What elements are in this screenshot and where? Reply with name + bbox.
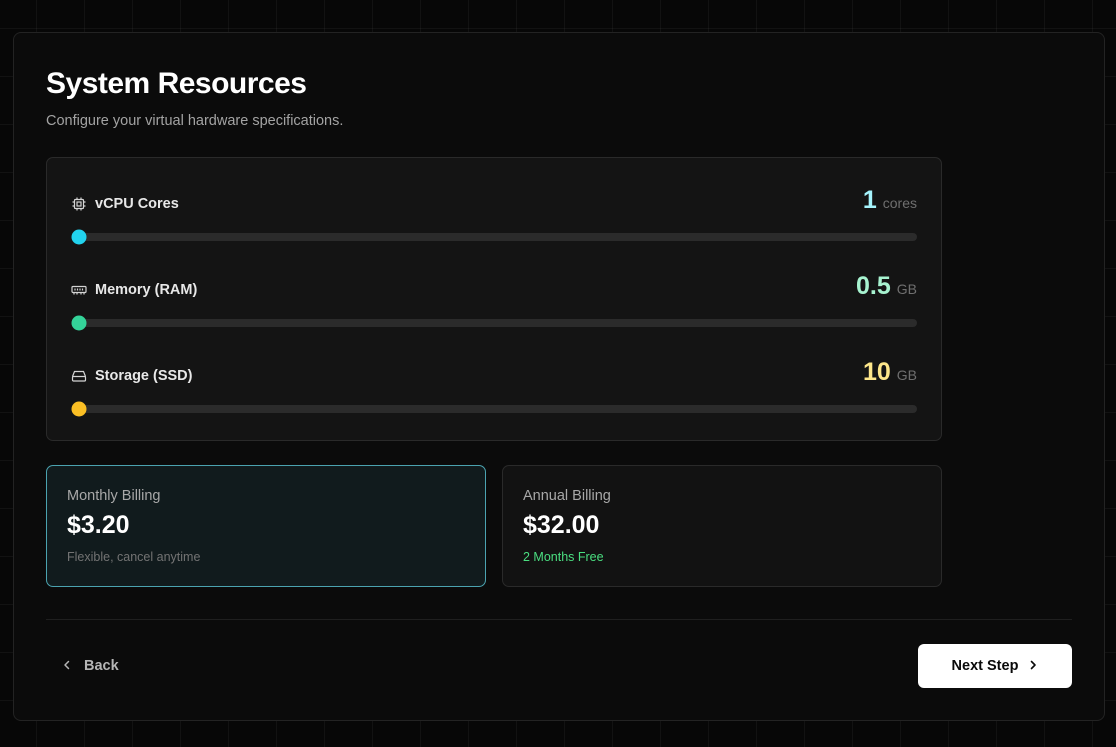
resource-value-unit: GB xyxy=(896,367,917,383)
storage-slider-track[interactable] xyxy=(71,401,917,417)
next-step-label: Next Step xyxy=(951,658,1019,674)
page-title: System Resources xyxy=(46,67,307,100)
resource-value-storage: 10 GB xyxy=(863,358,917,387)
resource-value-unit: GB xyxy=(896,281,917,297)
resources-panel: vCPU Cores 1 cores Memory (RAM) 0.5 GB S… xyxy=(46,157,942,441)
billing-label: Annual Billing xyxy=(523,488,611,504)
billing-label: Monthly Billing xyxy=(67,488,161,504)
resource-value-number: 0.5 xyxy=(856,272,891,300)
billing-price: $32.00 xyxy=(523,511,600,539)
resource-label-cpu: vCPU Cores xyxy=(71,196,179,212)
billing-price: $3.20 xyxy=(67,511,130,539)
memory-slider-thumb[interactable] xyxy=(71,315,87,331)
resource-label-memory: Memory (RAM) xyxy=(71,282,197,298)
back-button-label: Back xyxy=(84,658,119,674)
resource-value-number: 10 xyxy=(862,358,891,386)
page-subtitle: Configure your virtual hardware specific… xyxy=(46,113,344,129)
cpu-slider-track[interactable] xyxy=(71,229,917,245)
annual-billing-option[interactable]: Annual Billing $32.00 2 Months Free xyxy=(502,465,942,587)
resource-name: Memory (RAM) xyxy=(95,282,198,298)
cpu-slider-thumb[interactable] xyxy=(71,229,87,245)
resource-value-cpu: 1 cores xyxy=(863,186,917,215)
chevron-left-icon xyxy=(62,658,72,674)
resource-row-memory: Memory (RAM) 0.5 GB xyxy=(47,272,941,342)
resource-value-number: 1 xyxy=(862,186,877,214)
storage-icon xyxy=(71,368,87,384)
resource-name: Storage (SSD) xyxy=(95,368,193,384)
monthly-billing-option[interactable]: Monthly Billing $3.20 Flexible, cancel a… xyxy=(46,465,486,587)
resource-row-storage: Storage (SSD) 10 GB xyxy=(47,358,941,428)
configuration-card: System Resources Configure your virtual … xyxy=(13,32,1105,721)
resource-row-cpu: vCPU Cores 1 cores xyxy=(47,186,941,256)
memory-slider-track[interactable] xyxy=(71,315,917,331)
next-step-button[interactable]: Next Step xyxy=(918,644,1072,688)
resource-name: vCPU Cores xyxy=(95,196,179,212)
chevron-right-icon xyxy=(1028,658,1038,674)
cpu-icon xyxy=(71,196,87,212)
storage-slider-thumb[interactable] xyxy=(71,401,87,417)
billing-discount-note: 2 Months Free xyxy=(523,550,604,564)
resource-label-storage: Storage (SSD) xyxy=(71,368,193,384)
memory-icon xyxy=(71,282,87,298)
back-button[interactable]: Back xyxy=(62,649,119,683)
footer-divider xyxy=(46,619,1072,620)
resource-value-unit: cores xyxy=(882,195,917,211)
billing-note: Flexible, cancel anytime xyxy=(67,550,201,564)
resource-value-memory: 0.5 GB xyxy=(856,272,917,301)
